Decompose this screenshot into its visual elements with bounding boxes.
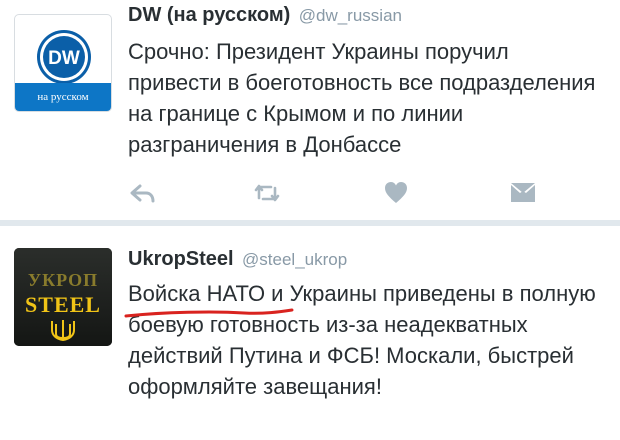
tweet-card[interactable]: DW на русском DW (на русском) @dw_russia… xyxy=(0,0,620,220)
author-name[interactable]: UkropSteel xyxy=(128,248,234,270)
avatar-top-text: УКРОП xyxy=(27,270,99,290)
author-handle[interactable]: @steel_ukrop xyxy=(242,250,347,269)
avatar-word: STEEL xyxy=(25,292,101,317)
red-underline-annotation xyxy=(124,308,294,318)
dw-logo-icon: DW xyxy=(37,30,91,84)
avatar-caption: на русском xyxy=(15,83,111,111)
tweet-header: UkropSteel @steel_ukrop xyxy=(128,248,347,271)
reply-icon[interactable] xyxy=(128,178,158,208)
tweet-header: DW (на русском) @dw_russian xyxy=(128,4,402,27)
tweet-divider xyxy=(0,220,620,226)
author-name[interactable]: DW (на русском) xyxy=(128,4,290,26)
tweet-actions xyxy=(0,178,620,208)
retweet-icon[interactable] xyxy=(252,178,282,208)
tweet-text: Срочно: Президент Украины поручил привес… xyxy=(128,39,596,157)
direct-message-icon[interactable] xyxy=(508,178,538,208)
author-handle[interactable]: @dw_russian xyxy=(299,6,402,25)
avatar[interactable]: УКРОП STEEL xyxy=(14,248,112,346)
like-icon[interactable] xyxy=(381,178,411,208)
dw-logo-text: DW xyxy=(48,48,80,69)
trident-icon xyxy=(51,320,75,342)
tweet-text: Войска НАТО и Украины приведены в полную… xyxy=(128,281,596,399)
avatar[interactable]: DW на русском xyxy=(14,14,112,112)
